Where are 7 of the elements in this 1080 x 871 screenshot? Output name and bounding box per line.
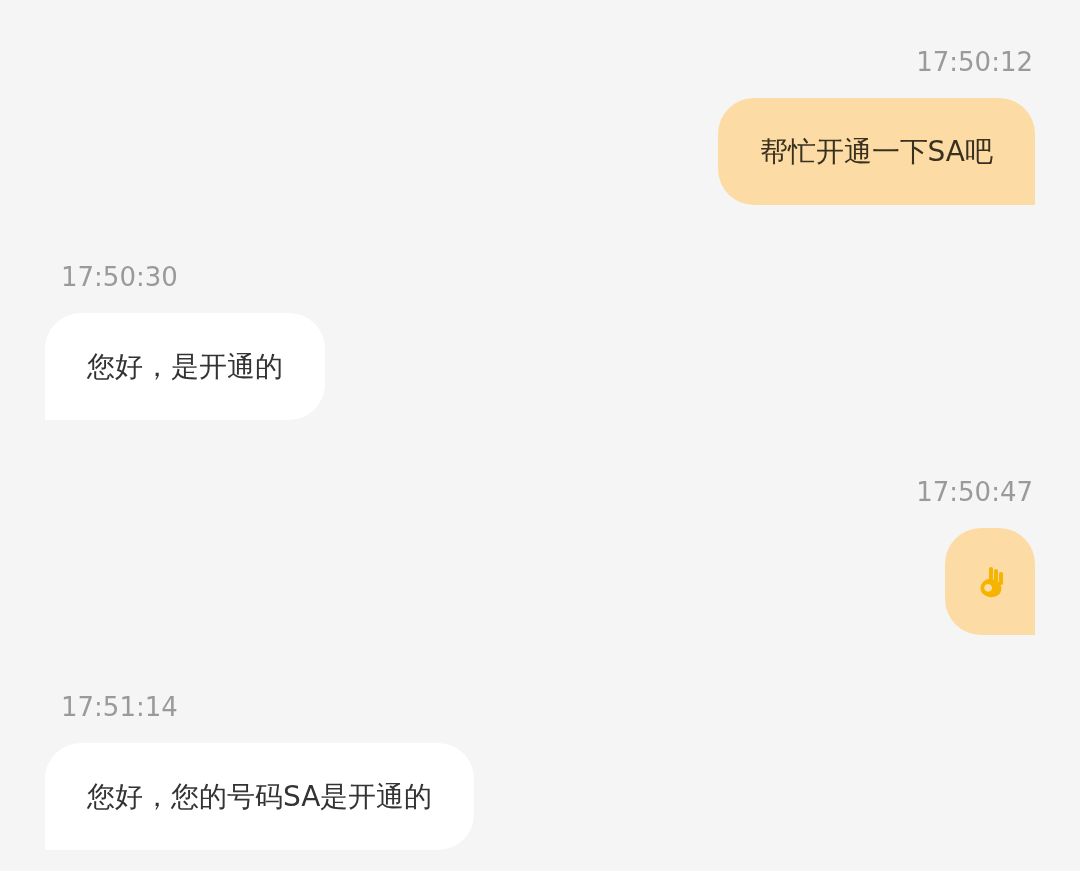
message-time: 17:51:14 — [60, 691, 179, 724]
message-text: 您好，您的号码SA是开通的 — [87, 778, 433, 815]
message-time: 17:50:30 — [60, 261, 179, 294]
message-time: 17:50:47 — [915, 476, 1034, 509]
message-time: 17:50:12 — [915, 46, 1034, 79]
message-text: 您好，是开通的 — [87, 348, 283, 385]
message-text: 帮忙开通一下SA吧 — [759, 133, 993, 170]
